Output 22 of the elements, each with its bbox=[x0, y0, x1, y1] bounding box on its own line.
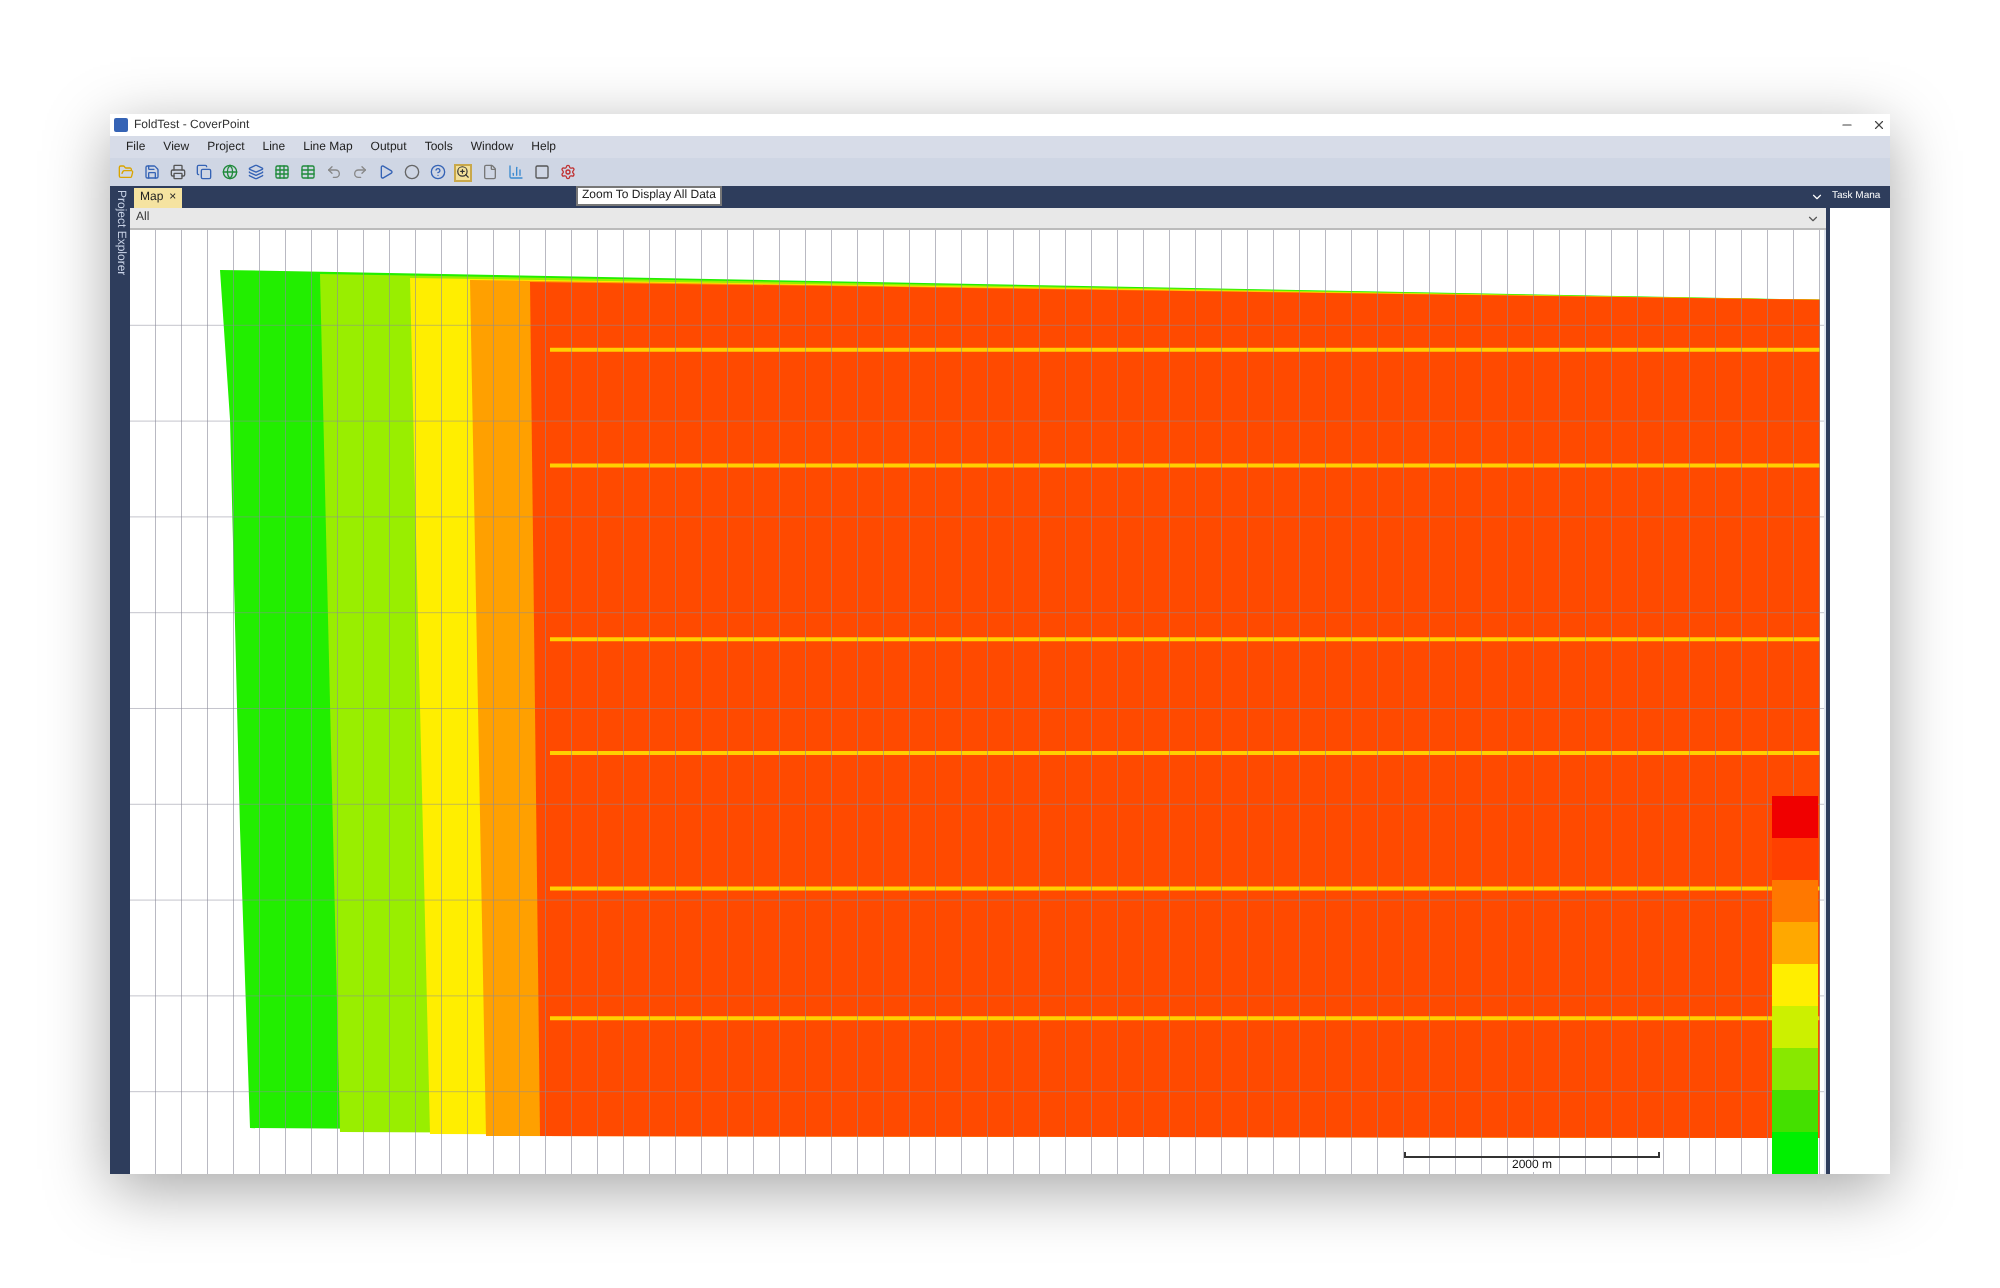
save-icon[interactable] bbox=[142, 163, 160, 181]
globe-icon[interactable] bbox=[220, 163, 238, 181]
minimize-icon[interactable] bbox=[1840, 118, 1854, 132]
help-icon[interactable] bbox=[428, 163, 446, 181]
square-icon[interactable] bbox=[532, 163, 550, 181]
grid-icon[interactable] bbox=[272, 163, 290, 181]
chevron-icon bbox=[1806, 211, 1820, 225]
file-icon[interactable] bbox=[480, 163, 498, 181]
redo-icon[interactable] bbox=[350, 163, 368, 181]
close-icon[interactable] bbox=[1872, 118, 1886, 132]
app-icon bbox=[114, 118, 128, 132]
chart-icon[interactable] bbox=[506, 163, 524, 181]
dropdown-icon[interactable] bbox=[1810, 190, 1824, 204]
undo-icon[interactable] bbox=[324, 163, 342, 181]
settings-icon[interactable] bbox=[558, 163, 576, 181]
copy-icon[interactable] bbox=[194, 163, 212, 181]
zoom-icon[interactable] bbox=[454, 163, 472, 181]
table-icon[interactable] bbox=[298, 163, 316, 181]
printer-icon[interactable] bbox=[168, 163, 186, 181]
layers-icon[interactable] bbox=[246, 163, 264, 181]
play-icon[interactable] bbox=[376, 163, 394, 181]
circle-icon[interactable] bbox=[402, 163, 420, 181]
